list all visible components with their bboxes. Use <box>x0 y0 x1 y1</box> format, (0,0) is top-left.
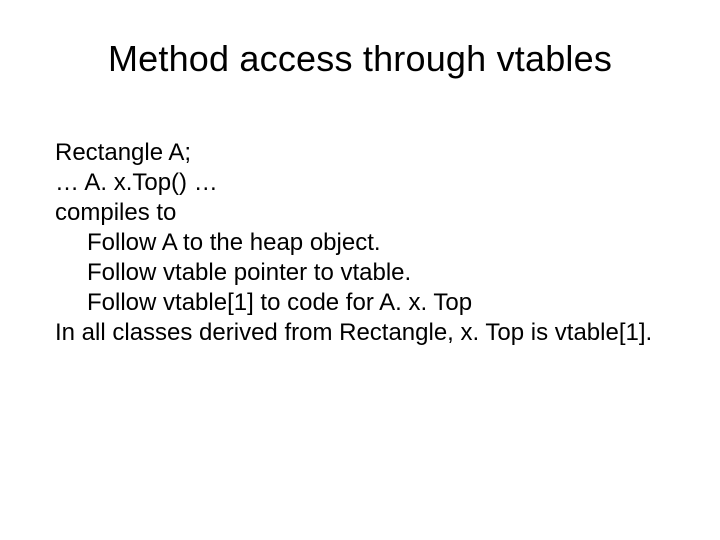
body-line-1: Rectangle A; <box>55 138 665 168</box>
body-line-6: Follow vtable[1] to code for A. x. Top <box>55 288 665 318</box>
body-line-4: Follow A to the heap object. <box>55 228 665 258</box>
slide: Method access through vtables Rectangle … <box>0 0 720 540</box>
slide-title: Method access through vtables <box>55 38 665 80</box>
body-line-7: In all classes derived from Rectangle, x… <box>55 318 665 348</box>
slide-body: Rectangle A; … A. x.Top() … compiles to … <box>55 138 665 348</box>
body-line-5: Follow vtable pointer to vtable. <box>55 258 665 288</box>
body-line-2: … A. x.Top() … <box>55 168 665 198</box>
body-line-3: compiles to <box>55 198 665 228</box>
